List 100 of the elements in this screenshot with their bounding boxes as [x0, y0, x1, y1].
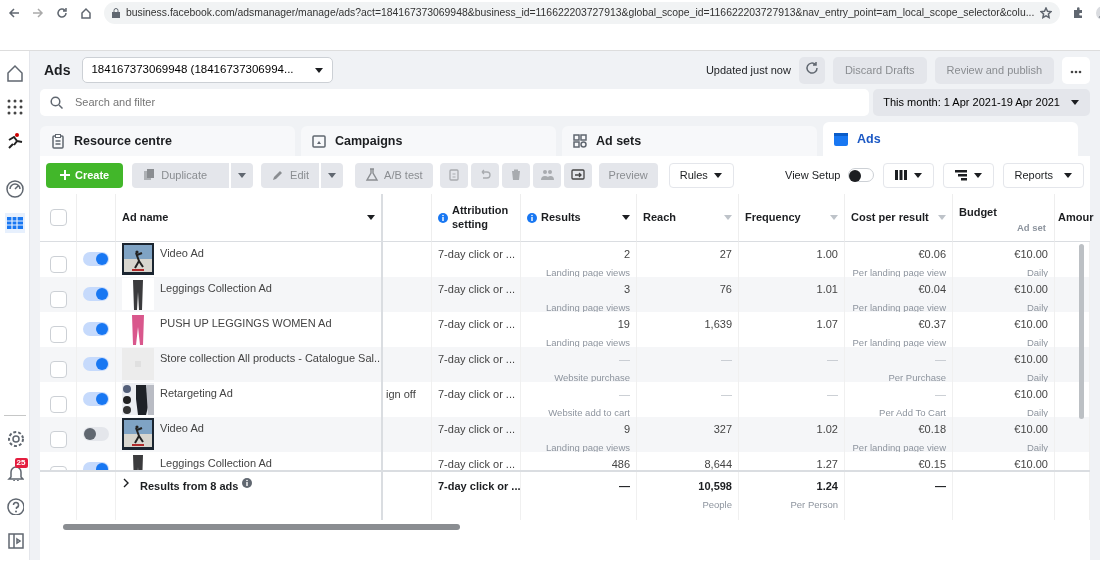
- row-checkbox[interactable]: [49, 326, 67, 343]
- row-checkbox[interactable]: [49, 256, 67, 273]
- status-toggle[interactable]: [83, 252, 109, 266]
- dropdown-button[interactable]: [231, 162, 254, 188]
- columns-icon: [894, 168, 909, 182]
- puzzle-icon[interactable]: [1072, 7, 1085, 19]
- metric-value: —: [827, 387, 838, 402]
- date-range-dropdown[interactable]: This month: 1 Apr 2021-19 Apr 2021: [873, 89, 1090, 116]
- metric-value: 1.01: [816, 282, 838, 297]
- refresh-button[interactable]: [798, 56, 825, 84]
- grid-icon: [572, 133, 588, 149]
- row-checkbox[interactable]: [49, 291, 67, 308]
- metric-label: Daily: [1026, 335, 1048, 347]
- metric-value: —: [827, 352, 838, 367]
- ad-name-link[interactable]: Leggings Collection Ad: [160, 278, 272, 311]
- metric-label: Website purchase: [554, 370, 630, 382]
- status-toggle[interactable]: [83, 392, 109, 406]
- metric-value: €10.00: [1014, 247, 1048, 262]
- status-toggle[interactable]: [83, 322, 109, 336]
- ad-name-link[interactable]: Leggings Collection Ad: [160, 453, 272, 470]
- status-toggle[interactable]: [83, 287, 109, 301]
- toolbar-icon-button[interactable]: [563, 162, 592, 188]
- reports-menu-button[interactable]: Reports: [1003, 162, 1084, 188]
- plus-icon: [60, 170, 70, 180]
- ad-name-link[interactable]: Retargeting Ad: [160, 383, 233, 416]
- reload-icon[interactable]: [56, 7, 68, 19]
- results-summary-label: Results from 8 ads: [140, 479, 239, 494]
- ad-icon: [833, 131, 849, 147]
- update-status: Updated just now: [705, 62, 791, 78]
- forward-icon[interactable]: [32, 7, 44, 19]
- status-toggle[interactable]: [83, 427, 109, 441]
- tab[interactable]: Campaigns: [301, 126, 556, 156]
- dashboard-icon[interactable]: [4, 179, 25, 199]
- ad-name-link[interactable]: Store collection All products - Catalogue Sal...: [160, 348, 381, 381]
- table-icon[interactable]: [4, 213, 25, 233]
- expand-chevron-icon[interactable]: [122, 478, 130, 488]
- horizontal-scrollbar[interactable]: [63, 524, 460, 530]
- tab[interactable]: Ads: [823, 122, 1078, 156]
- star-icon[interactable]: [1040, 7, 1053, 19]
- tab[interactable]: Resource centre: [40, 126, 295, 156]
- search-bar[interactable]: Search and filter: [40, 89, 870, 116]
- column-header[interactable]: Frequency: [739, 194, 845, 242]
- side-panel-icon[interactable]: [5, 531, 24, 549]
- search-input[interactable]: Search and filter: [73, 93, 860, 112]
- help-icon[interactable]: [5, 497, 24, 515]
- status-toggle[interactable]: [83, 357, 109, 371]
- ad-name-link[interactable]: Video Ad: [160, 243, 204, 276]
- column-header[interactable]: Attribution setting: [432, 194, 521, 242]
- metric-value: €10.00: [1014, 387, 1048, 402]
- ad-name-link[interactable]: PUSH UP LEGGINGS WOMEN Ad: [160, 313, 332, 346]
- metric-value: 8,644: [704, 457, 732, 470]
- back-icon[interactable]: [8, 7, 20, 19]
- folder-icon: [311, 133, 327, 149]
- column-header[interactable]: Ad name: [116, 194, 383, 242]
- metric-value: 2: [623, 247, 630, 262]
- sort-caret-icon[interactable]: [622, 215, 630, 220]
- more-icon: [1070, 69, 1082, 74]
- caret-icon: [313, 65, 324, 75]
- metric-value: 76: [719, 282, 732, 297]
- vertical-scrollbar[interactable]: [1079, 244, 1084, 419]
- metric-value: €0.18: [918, 422, 946, 437]
- column-header[interactable]: Cost per result: [845, 194, 953, 242]
- sort-caret-icon[interactable]: [367, 215, 375, 220]
- metric-value: €10.00: [1014, 317, 1048, 332]
- menu-button[interactable]: Rules: [668, 162, 734, 188]
- address-bar[interactable]: business.facebook.com/adsmanager/manage/ads?act=184167373069948&business_id=116622203727913&global_scope_id=116622203727913&nav_entry_point=am_local_scope_selector&colu...: [104, 2, 1061, 24]
- metric-label: Daily: [1026, 265, 1048, 277]
- attribution-text: 7-day click or ...: [438, 423, 516, 435]
- select-all-checkbox[interactable]: [49, 209, 67, 226]
- column-header[interactable]: Results: [521, 194, 637, 242]
- caret-icon: [237, 170, 248, 180]
- metric-label: Per Purchase: [888, 370, 946, 382]
- metric-value: —: [721, 387, 732, 402]
- dropdown-button[interactable]: [321, 162, 344, 188]
- account-dropdown[interactable]: 184167373069948 (18416737306994...: [82, 57, 333, 83]
- view-setup-toggle[interactable]: [848, 168, 875, 182]
- metric-value: €10.00: [1014, 282, 1048, 297]
- column-header[interactable]: Reach: [637, 194, 739, 242]
- total-value: —: [619, 479, 630, 494]
- row-checkbox[interactable]: [49, 361, 67, 378]
- caret-icon: [1070, 98, 1080, 107]
- metric-value: 1.27: [816, 457, 838, 470]
- metric-value: —: [935, 387, 946, 402]
- metric-label: Per landing page view: [852, 440, 946, 452]
- metric-value: 1,639: [704, 317, 732, 332]
- metric-label: Website add to cart: [548, 405, 630, 417]
- row-checkbox[interactable]: [49, 431, 67, 448]
- metric-value: —: [935, 352, 946, 367]
- view-menu-button[interactable]: [943, 162, 995, 188]
- row-checkbox[interactable]: [49, 396, 67, 413]
- metric-label: Landing page views: [546, 265, 630, 277]
- attribution-text: 7-day click or ...: [438, 353, 516, 365]
- tab[interactable]: Ad sets: [562, 126, 817, 156]
- settings-icon[interactable]: [5, 429, 24, 447]
- metric-value: €10.00: [1014, 352, 1048, 367]
- home-icon[interactable]: [4, 63, 25, 83]
- ad-name-link[interactable]: Video Ad: [160, 418, 204, 451]
- view-menu-button[interactable]: [883, 162, 935, 188]
- column-header[interactable]: Budget Ad set: [953, 194, 1055, 242]
- home-icon[interactable]: [80, 7, 92, 19]
